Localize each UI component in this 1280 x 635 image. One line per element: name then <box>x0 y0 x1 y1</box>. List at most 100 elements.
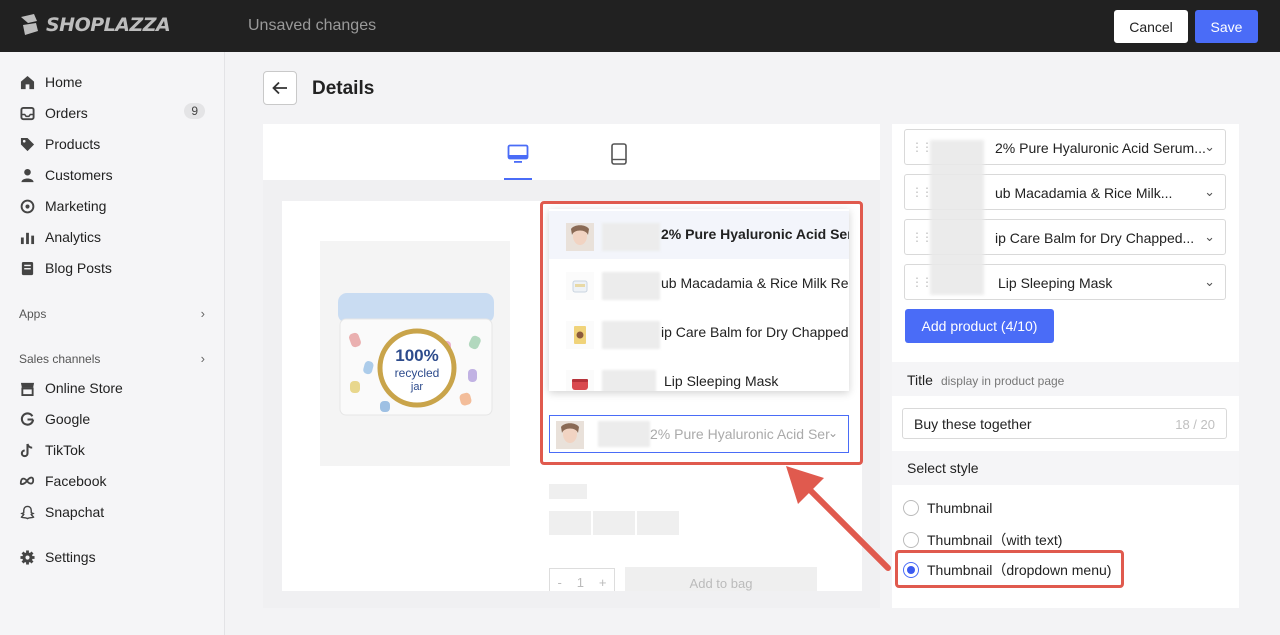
drag-handle-icon[interactable]: ⋮⋮ <box>911 230 933 244</box>
device-switcher <box>263 124 880 180</box>
sidebar-item-home[interactable]: Home <box>19 70 209 94</box>
sidebar-item-label: Google <box>45 411 91 427</box>
tag-icon <box>19 136 35 152</box>
sidebar-item-facebook[interactable]: Facebook <box>19 469 209 493</box>
drag-handle-icon[interactable]: ⋮⋮ <box>911 185 933 199</box>
sidebar-item-marketing[interactable]: Marketing <box>19 194 209 218</box>
select-style-label: Select style <box>907 460 979 476</box>
sidebar-item-settings[interactable]: Settings <box>19 545 209 569</box>
quantity-value: 1 <box>576 575 584 590</box>
style-option-thumbnail-with-text[interactable]: Thumbnail（with text) <box>903 530 1062 550</box>
sidebar-item-online-store[interactable]: Online Store <box>19 376 209 400</box>
sidebar-item-analytics[interactable]: Analytics <box>19 225 209 249</box>
jar-label-text: recycled <box>395 366 440 380</box>
chevron-down-icon[interactable]: ⌄ <box>1204 274 1215 290</box>
highlight-dropdown-preview <box>540 201 863 465</box>
placeholder-bar <box>593 511 635 535</box>
product-list-item-label: Lip Sleeping Mask <box>998 275 1113 291</box>
chevron-down-icon[interactable]: ⌄ <box>1204 139 1215 155</box>
person-icon <box>19 167 35 183</box>
product-list-item-label: ip Care Balm for Dry Chapped... <box>995 230 1195 246</box>
product-image: 100% recycled jar <box>320 241 510 466</box>
sidebar-item-label: TikTok <box>45 442 85 458</box>
placeholder-bar <box>637 511 679 535</box>
sidebar-item-label: Home <box>45 74 83 90</box>
jar-label-text: jar <box>410 381 424 393</box>
ghost-icon <box>19 504 35 520</box>
bar-chart-icon <box>19 229 35 245</box>
desktop-icon[interactable] <box>506 142 530 166</box>
character-count: 18 / 20 <box>1175 417 1215 432</box>
gear-icon <box>19 549 35 565</box>
title-section: Title display in product page <box>907 372 1064 388</box>
chevron-right-icon: › <box>200 306 205 321</box>
sidebar-item-label: Orders <box>45 105 88 121</box>
brand-name: SHOPLAZZA <box>46 14 171 36</box>
home-icon <box>19 74 35 90</box>
chevron-down-icon[interactable]: ⌄ <box>1204 184 1215 200</box>
tiktok-icon <box>19 442 35 458</box>
product-list-item-label: 2% Pure Hyaluronic Acid Serum... <box>995 140 1206 156</box>
style-option-thumbnail[interactable]: Thumbnail <box>903 500 992 516</box>
drag-handle-icon[interactable]: ⋮⋮ <box>911 140 933 154</box>
highlight-dropdown-style <box>895 550 1124 588</box>
sidebar-item-customers[interactable]: Customers <box>19 163 209 187</box>
placeholder-bar <box>549 484 587 499</box>
quantity-stepper[interactable]: - 1 + <box>549 568 615 591</box>
quantity-increase[interactable]: + <box>599 575 607 591</box>
logo[interactable]: SHOPLAZZA <box>18 13 171 37</box>
sidebar-item-products[interactable]: Products <box>19 132 209 156</box>
jar-illustration: 100% recycled jar <box>338 293 494 416</box>
placeholder-bar <box>549 511 591 535</box>
jar-label-text: 100% <box>395 346 438 365</box>
inbox-icon <box>19 105 35 121</box>
chevron-down-icon[interactable]: ⌄ <box>1204 229 1215 245</box>
sidebar-item-snapchat[interactable]: Snapchat <box>19 500 209 524</box>
sidebar-item-orders[interactable]: Orders 9 <box>19 101 209 125</box>
google-icon <box>19 411 35 427</box>
title-field-value: Buy these together <box>914 416 1032 432</box>
sidebar-item-tiktok[interactable]: TikTok <box>19 438 209 462</box>
apps-section[interactable]: Apps › <box>19 306 209 321</box>
title-hint: display in product page <box>940 374 1065 388</box>
sidebar-item-label: Analytics <box>45 229 102 245</box>
orders-count-badge: 9 <box>184 103 205 119</box>
title-field[interactable]: Buy these together 18 / 20 <box>902 408 1227 439</box>
add-product-button[interactable]: Add product (4/10) <box>905 309 1054 343</box>
style-option-label: Thumbnail（with text) <box>927 532 1063 548</box>
sidebar: Home Orders 9 Products Customers Marketi… <box>0 52 225 635</box>
meta-icon <box>19 473 35 489</box>
radio-button[interactable] <box>903 532 919 548</box>
radio-button[interactable] <box>903 500 919 516</box>
store-icon <box>19 380 35 396</box>
save-button[interactable]: Save <box>1195 10 1258 43</box>
sidebar-item-label: Facebook <box>45 473 107 489</box>
sidebar-item-google[interactable]: Google <box>19 407 209 431</box>
sales-channels-section[interactable]: Sales channels › <box>19 351 209 366</box>
sidebar-item-label: Products <box>45 136 101 152</box>
style-option-label: Thumbnail <box>927 500 993 516</box>
brand-mark-icon <box>21 14 38 35</box>
active-device-indicator <box>504 178 532 180</box>
sidebar-item-label: Blog Posts <box>45 260 112 276</box>
add-to-bag-button[interactable]: Add to bag <box>625 567 817 591</box>
target-icon <box>19 198 35 214</box>
sidebar-item-label: Snapchat <box>45 504 105 520</box>
blurred-text <box>930 140 984 295</box>
quantity-decrease[interactable]: - <box>557 575 561 591</box>
sidebar-item-label: Marketing <box>45 198 107 214</box>
drag-handle-icon[interactable]: ⋮⋮ <box>911 275 933 289</box>
mobile-icon[interactable] <box>607 142 631 166</box>
top-bar: SHOPLAZZA Unsaved changes Cancel Save <box>0 0 1280 52</box>
back-button[interactable] <box>263 71 297 105</box>
sales-channels-label: Sales channels <box>19 352 101 366</box>
cancel-button[interactable]: Cancel <box>1114 10 1188 43</box>
apps-label: Apps <box>19 307 47 321</box>
arrow-left-icon <box>272 81 287 95</box>
sidebar-item-blog-posts[interactable]: Blog Posts <box>19 256 209 280</box>
sidebar-item-label: Online Store <box>45 380 123 396</box>
product-list-item-label: ub Macadamia & Rice Milk... <box>995 185 1173 201</box>
chevron-right-icon: › <box>200 351 205 366</box>
sidebar-item-label: Settings <box>45 549 96 565</box>
page-title: Details <box>312 78 375 99</box>
